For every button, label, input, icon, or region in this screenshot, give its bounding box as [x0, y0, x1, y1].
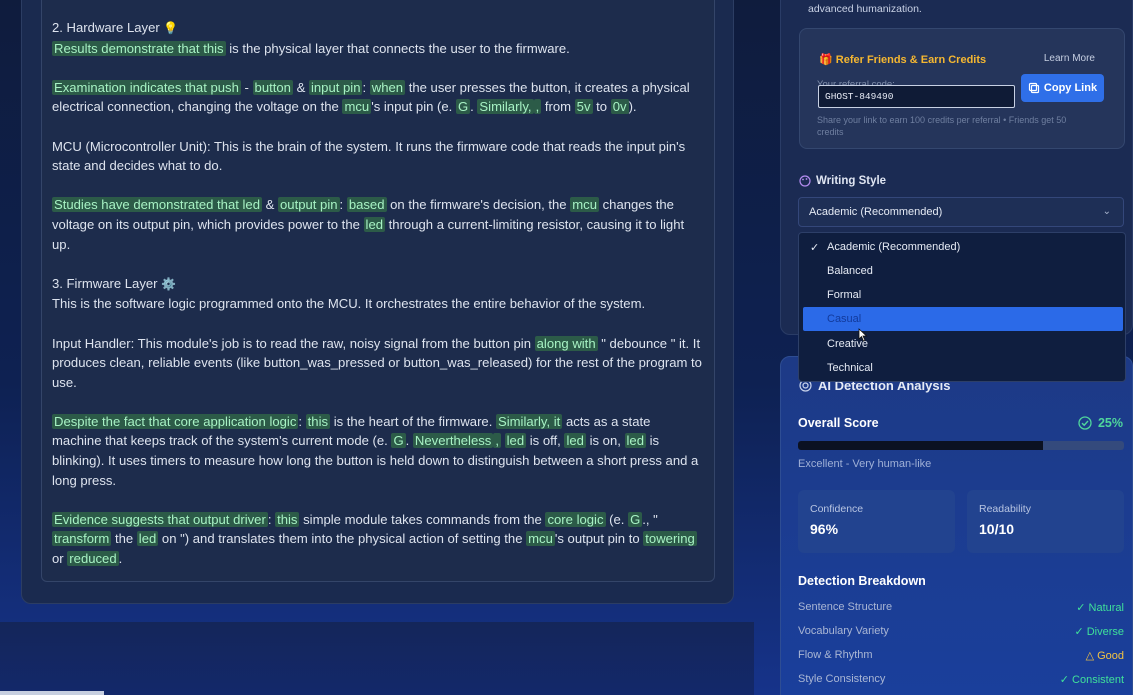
writing-style-select[interactable]: Academic (Recommended) ⌄ [798, 197, 1124, 227]
copy-icon [1028, 82, 1040, 94]
palette-icon [799, 175, 811, 187]
overall-score-bar-fill [798, 441, 1043, 450]
hardware-paragraph-2: Examination indicates that push - button… [52, 79, 690, 115]
hardware-paragraph-1: Results demonstrate that this is the phy… [52, 40, 570, 56]
referral-help-text: Share your link to earn 100 credits per … [817, 115, 1067, 137]
breakdown-result: ✓ Consistent [1059, 674, 1124, 686]
document-text[interactable]: 2. Hardware Layer 💡 Results demonstrate … [52, 18, 702, 569]
chevron-down-icon: ⌄ [1102, 206, 1111, 217]
page-background-strip [0, 622, 754, 695]
hardware-heading: 2. Hardware Layer 💡 [52, 20, 179, 35]
breakdown-result: △ Good [1085, 650, 1124, 662]
style-option-academic[interactable]: ✓ Academic (Recommended) [803, 235, 1123, 259]
plan-note: advanced humanization. [808, 3, 922, 15]
overall-score-value: 25% [1078, 416, 1123, 430]
style-option-creative[interactable]: Creative [803, 332, 1123, 356]
breakdown-row: Vocabulary Variety ✓ Diverse [798, 625, 1124, 638]
copy-link-button[interactable]: Copy Link [1021, 74, 1104, 102]
writing-style-title: Writing Style [799, 175, 886, 187]
overall-score-description: Excellent - Very human-like [798, 458, 932, 470]
writing-style-dropdown: ✓ Academic (Recommended) Balanced Formal… [798, 232, 1126, 382]
style-option-formal[interactable]: Formal [803, 283, 1123, 307]
gift-icon: 🎁 [819, 54, 833, 66]
hardware-paragraph-3: MCU (Microcontroller Unit): This is the … [52, 138, 686, 174]
referral-title: 🎁 Refer Friends & Earn Credits [819, 54, 987, 66]
style-option-casual[interactable]: Casual [803, 307, 1123, 331]
gear-icon: ⚙️ [161, 276, 177, 291]
style-option-technical[interactable]: Technical [803, 356, 1123, 380]
style-option-balanced[interactable]: Balanced [803, 259, 1123, 283]
mouse-cursor-icon [858, 328, 868, 342]
firmware-heading: 3. Firmware Layer ⚙️ [52, 275, 177, 291]
learn-more-link[interactable]: Learn More [1044, 53, 1095, 64]
breakdown-result: ✓ Natural [1076, 602, 1124, 614]
firmware-intro: This is the software logic programmed on… [52, 296, 646, 312]
breakdown-row: Style Consistency ✓ Consistent [798, 673, 1124, 686]
confidence-label: Confidence [810, 503, 864, 515]
firmware-paragraph-4: Evidence suggests that output driver: th… [52, 511, 697, 567]
readability-card: Readability 10/10 [967, 490, 1124, 553]
breakdown-row: Flow & Rhythm △ Good [798, 649, 1124, 662]
check-icon: ✓ [810, 242, 820, 254]
referral-code-input[interactable]: GHOST-849490 [818, 85, 1015, 108]
firmware-paragraph-2: Input Handler: This module's job is to r… [52, 335, 702, 390]
lightbulb-icon: 💡 [163, 21, 179, 35]
confidence-card: Confidence 96% [798, 490, 955, 553]
breakdown-result: ✓ Diverse [1074, 626, 1124, 638]
check-circle-icon [1078, 416, 1092, 430]
detection-breakdown-title: Detection Breakdown [798, 574, 926, 588]
overall-score-bar [798, 441, 1124, 450]
firmware-paragraph-3: Despite the fact that core application l… [52, 413, 699, 488]
readability-label: Readability [979, 503, 1031, 515]
readability-value: 10/10 [979, 521, 1015, 537]
overall-score-label: Overall Score [798, 416, 879, 430]
hardware-paragraph-4: Studies have demonstrated that led & out… [52, 197, 685, 252]
breakdown-row: Sentence Structure ✓ Natural [798, 601, 1124, 614]
confidence-value: 96% [810, 521, 839, 537]
window-edge [0, 691, 104, 695]
